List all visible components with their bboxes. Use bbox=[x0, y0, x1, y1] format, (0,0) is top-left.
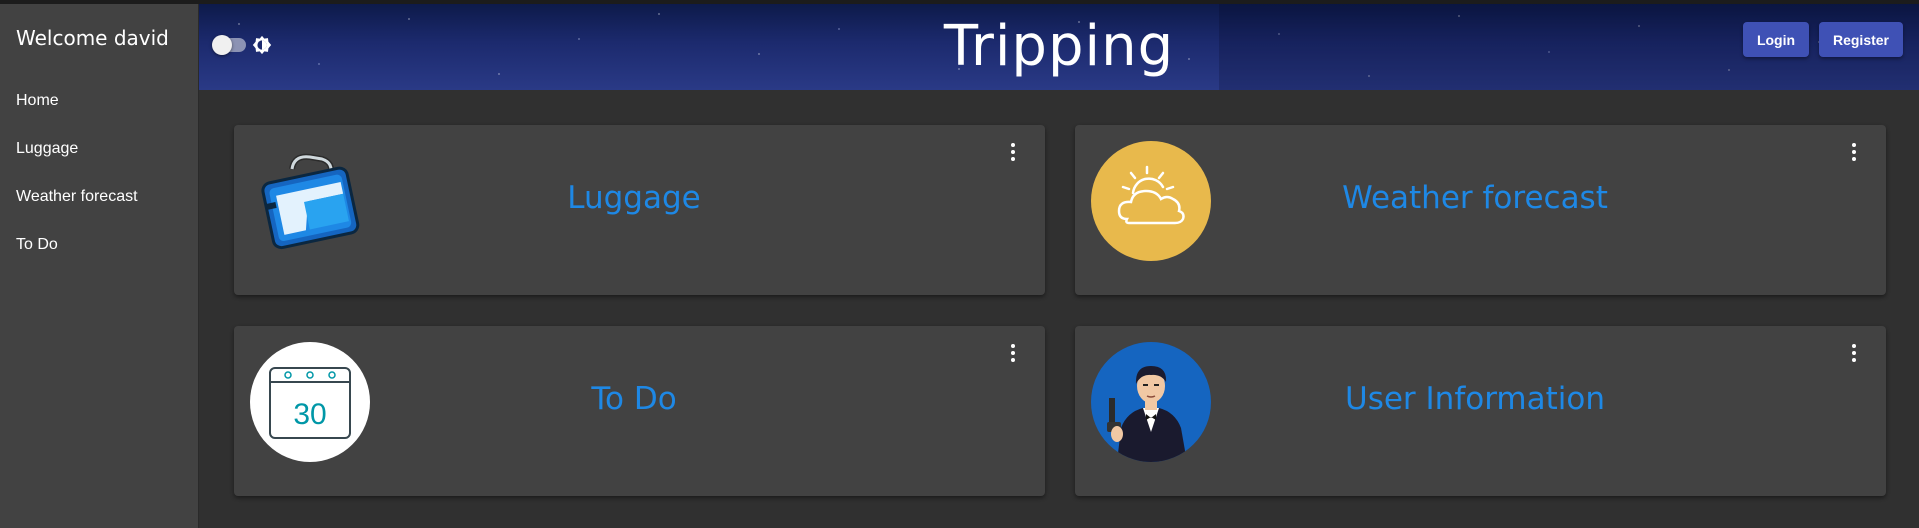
menu-dot bbox=[1011, 157, 1015, 161]
menu-dot bbox=[1852, 358, 1856, 362]
menu-dot bbox=[1852, 143, 1856, 147]
more-vert-icon[interactable] bbox=[1005, 342, 1021, 364]
card-label-weather-forecast: Weather forecast bbox=[1342, 180, 1608, 216]
card-luggage[interactable]: Luggage bbox=[234, 125, 1045, 295]
sidebar: Welcome david Home Luggage Weather forec… bbox=[0, 4, 199, 528]
calendar-day-number: 30 bbox=[293, 398, 326, 431]
card-weather-forecast[interactable]: Weather forecast bbox=[1075, 125, 1886, 295]
card-label-user-information: User Information bbox=[1345, 381, 1605, 417]
menu-dot bbox=[1011, 358, 1015, 362]
weather-cloud-sun-icon bbox=[1091, 141, 1211, 261]
menu-dot bbox=[1011, 351, 1015, 355]
more-vert-icon[interactable] bbox=[1846, 342, 1862, 364]
menu-dot bbox=[1852, 344, 1856, 348]
luggage-icon bbox=[261, 153, 360, 250]
menu-dot bbox=[1011, 344, 1015, 348]
more-vert-icon[interactable] bbox=[1005, 141, 1021, 163]
header-banner: Tripping Login Register bbox=[199, 4, 1919, 90]
header-starfield-band bbox=[1219, 4, 1919, 90]
menu-dot bbox=[1011, 150, 1015, 154]
toggle-switch-icon bbox=[212, 35, 232, 55]
sidebar-item-luggage[interactable]: Luggage bbox=[16, 140, 78, 158]
brightness-icon[interactable] bbox=[251, 34, 273, 56]
menu-dot bbox=[1852, 150, 1856, 154]
app-title: Tripping bbox=[943, 14, 1175, 79]
calendar-icon: 30 bbox=[250, 342, 370, 462]
window-top-border bbox=[0, 0, 1919, 4]
sidebar-item-weather-forecast[interactable]: Weather forecast bbox=[16, 188, 138, 206]
card-todo[interactable]: 30 To Do bbox=[234, 326, 1045, 496]
login-button[interactable]: Login bbox=[1743, 22, 1809, 57]
sidebar-item-todo[interactable]: To Do bbox=[16, 236, 58, 254]
menu-dot bbox=[1852, 351, 1856, 355]
card-label-todo: To Do bbox=[591, 381, 677, 417]
sidebar-item-home[interactable]: Home bbox=[16, 92, 59, 110]
more-vert-icon[interactable] bbox=[1846, 141, 1862, 163]
app-root: Welcome david Home Luggage Weather forec… bbox=[0, 0, 1919, 528]
welcome-text: Welcome david bbox=[16, 26, 169, 50]
card-label-luggage: Luggage bbox=[567, 180, 701, 216]
menu-dot bbox=[1011, 143, 1015, 147]
card-user-information[interactable]: User Information bbox=[1075, 326, 1886, 496]
agent-avatar-icon bbox=[1091, 342, 1211, 462]
register-button[interactable]: Register bbox=[1819, 22, 1903, 57]
menu-dot bbox=[1852, 157, 1856, 161]
theme-toggle[interactable] bbox=[212, 35, 246, 55]
